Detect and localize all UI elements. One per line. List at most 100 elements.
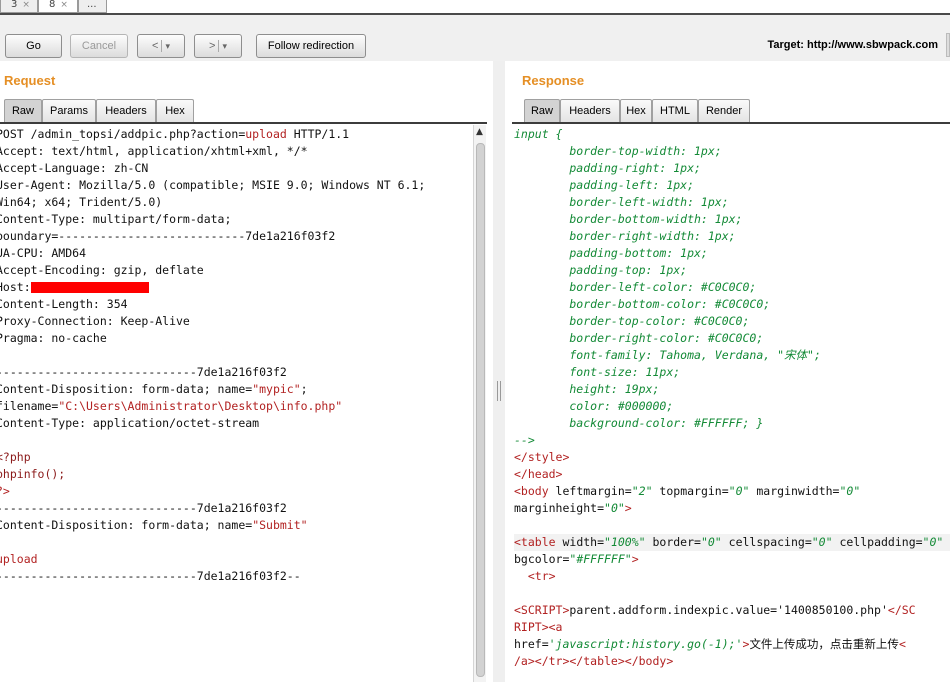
response-token: border-top-color: #C0C0C0; bbox=[514, 314, 750, 328]
request-line: Pragma: no-cache bbox=[0, 330, 474, 347]
back-button[interactable]: < ▾ bbox=[137, 34, 185, 58]
request-tabs-baseline bbox=[0, 122, 487, 124]
request-line: -----------------------------7de1a216f03… bbox=[0, 500, 474, 517]
request-token: filename= bbox=[0, 399, 59, 413]
request-token: Content-Type: application/octet-stream bbox=[0, 416, 260, 430]
response-token: input { bbox=[514, 127, 563, 141]
request-line: filename="C:\Users\Administrator\Desktop… bbox=[0, 398, 474, 415]
request-token: Content-Type: multipart/form-data; bbox=[0, 212, 232, 226]
request-editor[interactable]: POST /admin_topsi/addpic.php?action=uplo… bbox=[0, 126, 474, 682]
window-tab-3[interactable]: 3 × bbox=[0, 0, 38, 13]
request-scroll-thumb[interactable] bbox=[476, 143, 485, 677]
response-token: </SC bbox=[887, 603, 916, 617]
request-token: User-Agent: Mozilla/5.0 (compatible; MSI… bbox=[0, 178, 426, 192]
response-token: <table bbox=[514, 535, 556, 549]
response-line: --> bbox=[514, 432, 950, 449]
response-token: bgcolor= bbox=[514, 552, 570, 566]
tab-response-raw[interactable]: Raw bbox=[524, 99, 560, 122]
response-token: padding-bottom: 1px; bbox=[514, 246, 708, 260]
request-line: Accept: text/html, application/xhtml+xml… bbox=[0, 143, 474, 160]
response-line: border-bottom-width: 1px; bbox=[514, 211, 950, 228]
request-token: phpinfo(); bbox=[0, 467, 66, 481]
tab-request-raw[interactable]: Raw bbox=[4, 99, 42, 122]
response-line: height: 19px; bbox=[514, 381, 950, 398]
response-token: topmargin= bbox=[652, 484, 729, 498]
window-tab-label: ... bbox=[87, 0, 97, 10]
window-tab-8[interactable]: 8 × bbox=[38, 0, 78, 13]
tab-response-render[interactable]: Render bbox=[698, 99, 750, 122]
response-editor[interactable]: input { border-top-width: 1px; padding-r… bbox=[514, 126, 950, 682]
response-line: border-left-color: #C0C0C0; bbox=[514, 279, 950, 296]
tab-request-hex[interactable]: Hex bbox=[156, 99, 194, 122]
response-line: background-color: #FFFFFF; } bbox=[514, 415, 950, 432]
separator bbox=[161, 40, 163, 53]
cancel-button[interactable]: Cancel bbox=[70, 34, 128, 58]
scroll-up-icon[interactable]: ▲ bbox=[476, 127, 483, 137]
request-token: HTTP/1.1 bbox=[286, 127, 350, 141]
response-token: "#FFFFFF" bbox=[569, 552, 632, 566]
response-token: border-left-color: #C0C0C0; bbox=[514, 280, 757, 294]
request-line: Content-Disposition: form-data; name="Su… bbox=[0, 517, 474, 534]
window-tab-label: 3 bbox=[11, 0, 18, 10]
go-button[interactable]: Go bbox=[5, 34, 62, 58]
window-tab-more[interactable]: ... bbox=[78, 0, 107, 13]
toolbar-scroll-handle[interactable] bbox=[946, 33, 950, 57]
tab-request-headers[interactable]: Headers bbox=[96, 99, 156, 122]
close-icon[interactable]: × bbox=[60, 0, 68, 10]
response-line bbox=[514, 585, 950, 602]
response-line: <SCRIPT>parent.addform.indexpic.value='1… bbox=[514, 602, 950, 619]
follow-redirection-button[interactable]: Follow redirection bbox=[256, 34, 366, 58]
tab-response-html[interactable]: HTML bbox=[652, 99, 698, 122]
chevron-down-icon[interactable]: ▾ bbox=[165, 41, 170, 51]
tab-response-hex[interactable]: Hex bbox=[620, 99, 652, 122]
response-line: border-top-width: 1px; bbox=[514, 143, 950, 160]
request-line bbox=[0, 534, 474, 551]
request-line: -----------------------------7de1a216f03… bbox=[0, 364, 474, 381]
response-token: > bbox=[624, 501, 632, 515]
request-token: Pragma: no-cache bbox=[0, 331, 107, 345]
response-token: padding-top: 1px; bbox=[514, 263, 688, 277]
response-token: "0" bbox=[811, 535, 833, 549]
response-token: padding-right: 1px; bbox=[514, 161, 701, 175]
response-token: cellspacing= bbox=[721, 535, 812, 549]
response-line: font-size: 11px; bbox=[514, 364, 950, 381]
response-token: color: #000000; bbox=[514, 399, 674, 413]
request-token: ; bbox=[300, 382, 308, 396]
redaction-bar bbox=[30, 282, 149, 293]
request-token: "C:\Users\Administrator\Desktop\info.php… bbox=[58, 399, 343, 413]
request-line: Proxy-Connection: Keep-Alive bbox=[0, 313, 474, 330]
response-line: padding-left: 1px; bbox=[514, 177, 950, 194]
forward-button[interactable]: > ▾ bbox=[194, 34, 242, 58]
response-token: href= bbox=[514, 637, 549, 651]
response-token: border-bottom-color: #C0C0C0; bbox=[514, 297, 771, 311]
panel-splitter[interactable] bbox=[493, 61, 505, 682]
response-line: <body leftmargin="2" topmargin="0" margi… bbox=[514, 483, 950, 500]
response-line: <table width="100%" border="0" cellspaci… bbox=[514, 534, 950, 551]
request-token: Content-Length: 354 bbox=[0, 297, 128, 311]
request-token: UA-CPU: AMD64 bbox=[0, 246, 87, 260]
request-line: Content-Type: application/octet-stream bbox=[0, 415, 474, 432]
response-line: padding-bottom: 1px; bbox=[514, 245, 950, 262]
request-scrollbar[interactable]: ▲ bbox=[473, 125, 486, 682]
request-token: ?> bbox=[0, 484, 10, 498]
response-token: "0" bbox=[839, 484, 861, 498]
request-title: Request bbox=[4, 73, 56, 88]
request-line: Content-Disposition: form-data; name="my… bbox=[0, 381, 474, 398]
response-token: background-color: #FFFFFF; } bbox=[514, 416, 764, 430]
back-arrow-icon: < bbox=[152, 40, 159, 52]
request-line: UA-CPU: AMD64 bbox=[0, 245, 474, 262]
request-token: "Submit" bbox=[252, 518, 308, 532]
response-line: </style> bbox=[514, 449, 950, 466]
tab-response-headers[interactable]: Headers bbox=[560, 99, 620, 122]
response-line: padding-top: 1px; bbox=[514, 262, 950, 279]
close-icon[interactable]: × bbox=[22, 0, 30, 10]
chevron-down-icon[interactable]: ▾ bbox=[222, 41, 227, 51]
response-line: <tr> bbox=[514, 568, 950, 585]
tab-request-params[interactable]: Params bbox=[42, 99, 96, 122]
response-token: <body bbox=[514, 484, 549, 498]
request-line bbox=[0, 432, 474, 449]
request-line: Win64; x64; Trident/5.0) bbox=[0, 194, 474, 211]
response-line: href='javascript:history.go(-1);'>文件上传成功… bbox=[514, 636, 950, 653]
request-token: -----------------------------7de1a216f03… bbox=[0, 569, 301, 583]
splitter-grip[interactable] bbox=[497, 381, 501, 401]
